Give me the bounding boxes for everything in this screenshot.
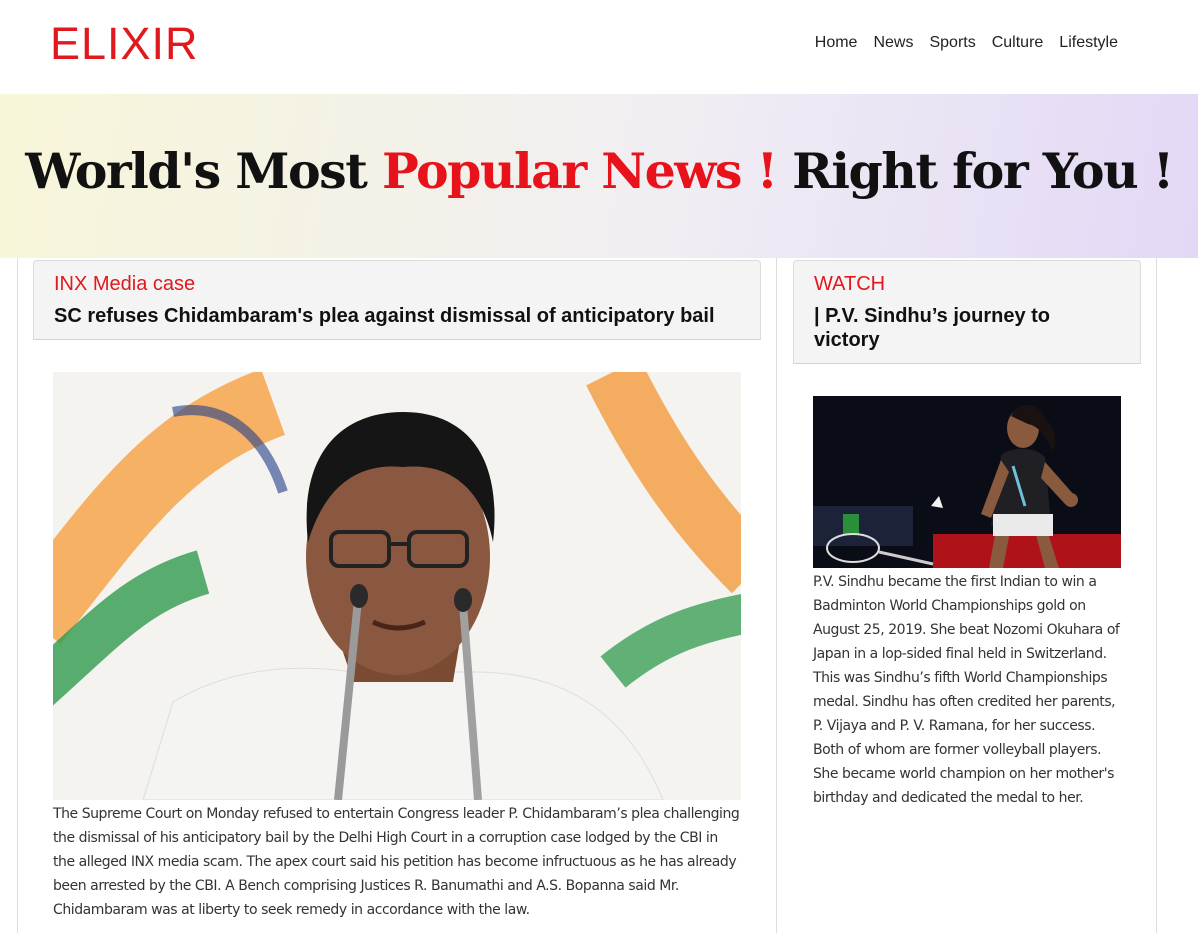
nav-news-link[interactable]: News [873,33,913,53]
main-story-image[interactable] [53,372,741,800]
hero-banner: World's Most Popular News ! Right for Yo… [0,94,1198,258]
hero-title: World's Most Popular News ! Right for Yo… [0,136,1198,206]
main-story-headline[interactable]: SC refuses Chidambaram's plea against di… [54,304,740,328]
main-story-body: The Supreme Court on Monday refused to e… [53,806,740,918]
main-story-photo-illustration [53,372,741,800]
hero-title-part2: Right for You ! [776,142,1174,200]
main-story-kicker: INX Media case [54,273,196,295]
content-frame-left-border [17,258,18,933]
hero-title-accent: Popular News ! [381,142,778,200]
nav-home-link[interactable]: Home [815,33,858,53]
nav-culture-link[interactable]: Culture [992,33,1044,53]
side-story-image[interactable] [813,396,1121,568]
side-story-body: P.V. Sindhu became the first Indian to w… [813,574,1120,806]
site-logo[interactable]: ELIXIR [50,18,199,70]
main-nav: Home News Sports Culture Lifestyle [815,33,1118,53]
side-story-kicker: WATCH [814,273,886,295]
hero-title-part1: World's Most [25,142,382,200]
nav-sports-link[interactable]: Sports [929,33,975,53]
site-header: ELIXIR Home News Sports Culture Lifestyl… [0,0,1198,94]
side-story-headline[interactable]: | P.V. Sindhu’s journey to victory [814,304,1120,352]
nav-lifestyle-link[interactable]: Lifestyle [1059,33,1118,53]
side-story-photo-illustration [813,396,1121,568]
content-frame-right-border [1156,258,1157,933]
side-story-header: WATCH | P.V. Sindhu’s journey to victory [793,260,1141,364]
main-story-header: INX Media case SC refuses Chidambaram's … [33,260,761,340]
content-column-divider [776,258,777,933]
